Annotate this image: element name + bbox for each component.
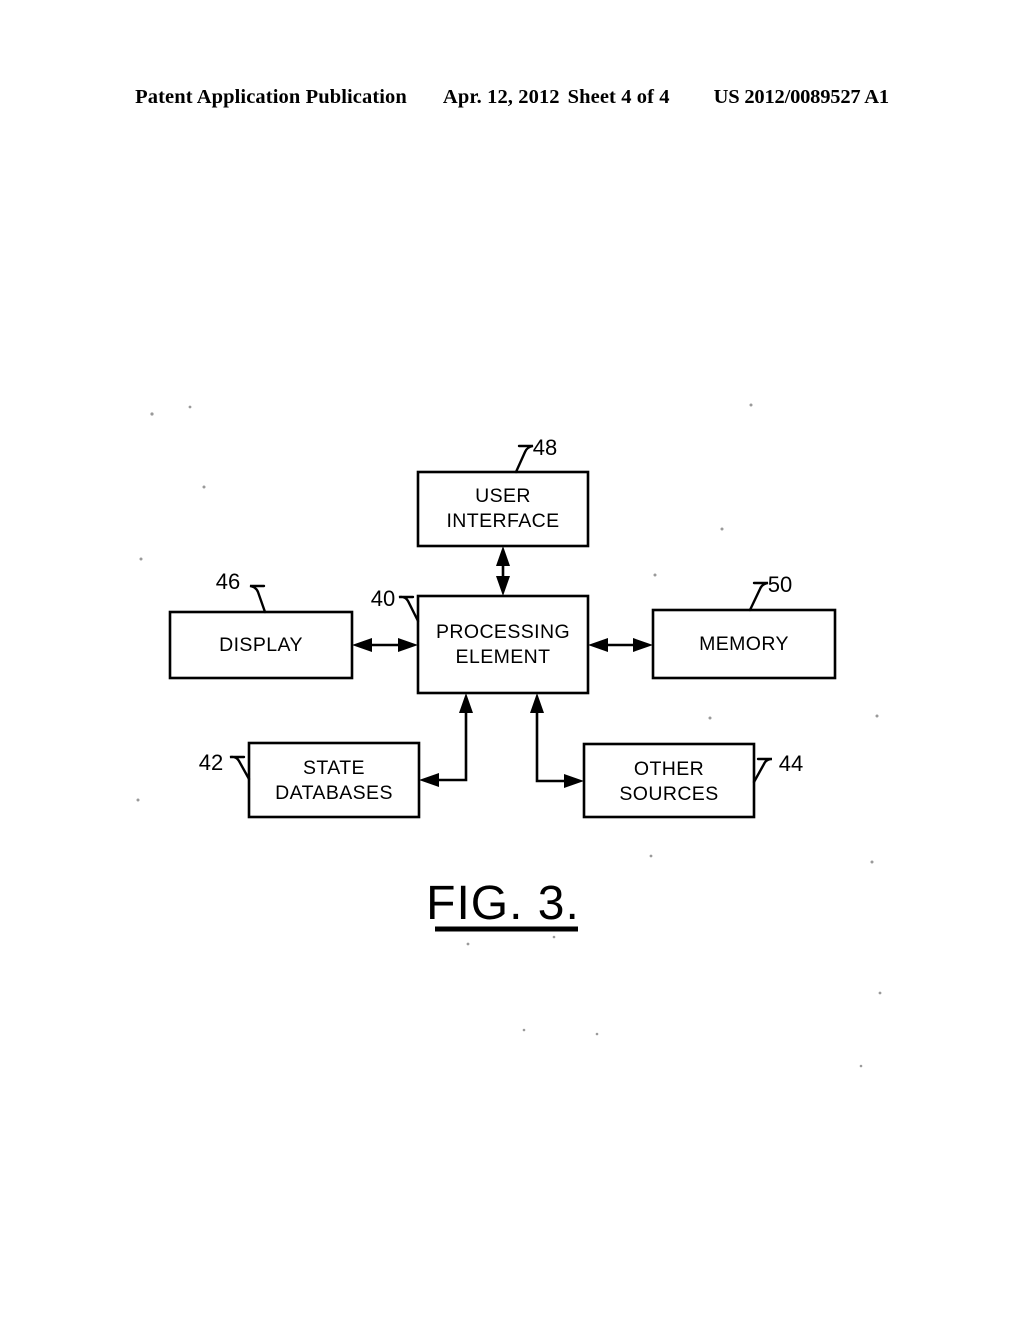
connector-processing-element-memory (588, 638, 653, 652)
box-state-databases-rect[interactable] (247, 741, 421, 819)
arrowhead-up-processing-element-right (530, 693, 544, 713)
box-display-label-line1: DISPLAY (219, 634, 303, 656)
box-other-sources-label-line1: OTHER (634, 758, 704, 780)
box-other-sources[interactable]: OTHER SOURCES (582, 742, 756, 819)
box-display[interactable]: DISPLAY (168, 610, 354, 680)
arrowhead-right-processing-element (398, 638, 418, 652)
arrowhead-left-state-databases (419, 773, 439, 787)
reference-numeral-50-label: 50 (768, 572, 792, 597)
box-user-interface[interactable]: USER INTERFACE (416, 470, 590, 548)
connector-processing-element-user-interface (496, 546, 510, 596)
connector-display-processing-element (352, 638, 418, 652)
reference-numeral-44-label: 44 (779, 751, 803, 776)
box-other-sources-rect[interactable] (582, 742, 756, 819)
connector-other-sources-processing-element (530, 693, 584, 788)
box-user-interface-label-line2: INTERFACE (446, 510, 559, 532)
box-processing-element[interactable]: PROCESSING ELEMENT (416, 594, 590, 695)
reference-numeral-46: 46 (216, 569, 267, 614)
box-user-interface-label-line1: USER (475, 485, 531, 507)
reference-numeral-46-label: 46 (216, 569, 240, 594)
reference-numeral-42: 42 (199, 750, 251, 781)
arrowhead-up-processing-element-left (459, 693, 473, 713)
reference-numeral-44: 44 (752, 751, 803, 784)
reference-numeral-50: 50 (748, 572, 792, 612)
figure-3-block-diagram: USER INTERFACE 48 PROCESSING ELEMENT 40 … (0, 0, 1024, 1320)
box-processing-element-label-line2: ELEMENT (456, 646, 551, 668)
box-processing-element-rect[interactable] (416, 594, 590, 695)
box-other-sources-label-line2: SOURCES (619, 783, 718, 805)
reference-numeral-48: 48 (514, 435, 557, 474)
box-memory-label-line1: MEMORY (699, 633, 789, 655)
arrowhead-down-processing-element (496, 576, 510, 596)
leader-line-40 (398, 595, 420, 623)
figure-caption: FIG. 3. (426, 877, 580, 932)
reference-numeral-40-label: 40 (371, 586, 395, 611)
leader-line-42 (229, 755, 251, 781)
reference-numeral-40: 40 (371, 586, 420, 623)
arrowhead-left-display (352, 638, 372, 652)
leader-line-50 (748, 581, 769, 612)
reference-numeral-42-label: 42 (199, 750, 223, 775)
connector-state-databases-processing-element (419, 693, 473, 787)
leader-line-48 (514, 444, 534, 474)
arrowhead-up-user-interface (496, 546, 510, 566)
leader-line-44 (752, 757, 773, 784)
figure-caption-label: FIG. 3. (426, 877, 580, 930)
box-state-databases[interactable]: STATE DATABASES (247, 741, 421, 819)
leader-line-46 (249, 584, 267, 614)
arrowhead-right-memory (633, 638, 653, 652)
box-user-interface-rect[interactable] (416, 470, 590, 548)
box-processing-element-label-line1: PROCESSING (436, 621, 570, 643)
box-state-databases-label-line1: STATE (303, 757, 365, 779)
reference-numeral-48-label: 48 (533, 435, 557, 460)
arrowhead-right-other-sources (564, 774, 584, 788)
box-state-databases-label-line2: DATABASES (275, 782, 393, 804)
arrowhead-left-processing-element (588, 638, 608, 652)
box-memory[interactable]: MEMORY (651, 608, 837, 680)
